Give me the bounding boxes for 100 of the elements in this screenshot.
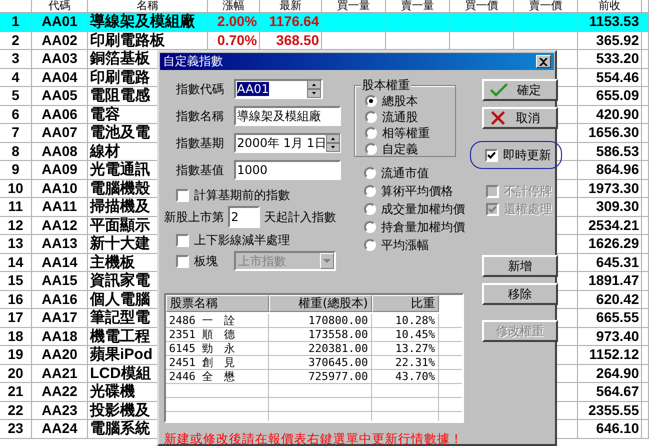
table-cell: 21 (0, 383, 32, 402)
table-cell: 7 (0, 124, 32, 142)
table-cell: AA13 (32, 235, 88, 254)
table-cell: 8 (0, 142, 32, 161)
input-field[interactable]: 2000年 1月 1日 (234, 133, 341, 153)
checkbox[interactable] (485, 148, 498, 162)
table-cell: AA14 (32, 254, 88, 272)
table-cell: 1626.29 (578, 235, 642, 254)
table-cell: 655.09 (578, 87, 642, 106)
table-cell: 13.27% (372, 342, 439, 355)
table-cell: 19 (0, 346, 32, 364)
table-cell: AA03 (32, 50, 88, 68)
table-cell: 370645.00 (269, 356, 372, 369)
table-cell: 1891.47 (578, 272, 642, 290)
radio-label: 平均漲幅 (381, 236, 429, 254)
group-title: 股本權重 (361, 77, 411, 94)
table-cell: 22.31% (372, 356, 439, 369)
checkbox-label: 即時更新 (503, 146, 551, 164)
table-cell: 725977.00 (269, 370, 372, 383)
table-cell: 646.10 (578, 420, 642, 438)
table-cell: 365.92 (578, 32, 642, 50)
table-cell: 220381.00 (269, 342, 372, 355)
radio-button[interactable] (364, 239, 376, 251)
table-cell: AA24 (32, 420, 88, 438)
close-icon (490, 111, 506, 125)
table-cell: AA21 (32, 364, 88, 383)
table-cell: 420.90 (578, 106, 642, 124)
radio-button[interactable] (364, 221, 376, 233)
table-cell: 23 (0, 420, 32, 438)
radio-label: 流通市值 (381, 164, 429, 182)
table-cell: AA17 (32, 309, 88, 328)
close-button[interactable] (536, 55, 551, 68)
table-cell: AA04 (32, 68, 88, 87)
table-cell: 17 (0, 309, 32, 328)
table-cell: 170800.00 (269, 314, 372, 327)
checkbox[interactable] (176, 188, 189, 202)
radio-label: 總股本 (382, 92, 418, 110)
table-cell: 9 (0, 161, 32, 180)
table-cell: 564.67 (578, 383, 642, 402)
cancel-button[interactable]: 取消 (482, 107, 558, 129)
close-icon (539, 58, 548, 66)
table-cell: 645.31 (578, 254, 642, 272)
radio-button[interactable] (364, 203, 376, 215)
table-cell: 1153.53 (578, 13, 642, 32)
radio-button[interactable] (365, 95, 377, 107)
table-cell: 導線架及模組廠 (88, 13, 208, 32)
table-cell: 309.30 (578, 198, 642, 216)
table-cell: 533.20 (578, 50, 642, 68)
table-cell: AA07 (32, 124, 88, 142)
table-cell: 2451 創 見 (166, 356, 269, 369)
table-cell: 15 (0, 272, 32, 290)
table-cell: 13 (0, 235, 32, 254)
spinner-buttons[interactable] (307, 80, 321, 98)
table-cell: 20 (0, 364, 32, 383)
table-cell: 665.55 (578, 309, 642, 328)
table-cell: 173558.00 (269, 328, 372, 341)
table-cell: 12 (0, 216, 32, 235)
ok-button[interactable]: 確定 (482, 79, 558, 101)
input-field[interactable]: 導線架及模組廠 (234, 106, 341, 126)
table-cell: 10 (0, 180, 32, 198)
table-cell: 1176.64 (260, 13, 322, 32)
table-cell: 3 (0, 50, 32, 68)
column-header[interactable]: 股票名稱 (166, 295, 269, 312)
input-field[interactable]: AA01 (234, 79, 323, 99)
table-cell: 2486 一 詮 (166, 314, 269, 327)
list-button[interactable]: 移除 (482, 283, 558, 305)
table-cell: AA22 (32, 383, 88, 402)
table-cell: AA23 (32, 402, 88, 420)
caret-icon (320, 253, 334, 269)
spinner-buttons[interactable] (326, 134, 340, 152)
checkbox[interactable] (176, 234, 189, 246)
radio-button[interactable] (364, 185, 376, 197)
table-cell: AA20 (32, 346, 88, 364)
table-cell: 22 (0, 402, 32, 420)
radio-button[interactable] (364, 167, 376, 179)
checkbox[interactable] (176, 254, 189, 268)
table-cell: 1973.30 (578, 180, 642, 198)
table-row[interactable]: 1 AA01 導線架及模組廠 2.00% 1176.64 1153.53 (0, 13, 649, 32)
column-header[interactable]: 比重 (372, 295, 439, 312)
radio-button[interactable] (365, 111, 377, 123)
table-cell: AA15 (32, 272, 88, 290)
radio-label: 相等權重 (382, 124, 430, 142)
table-cell: AA11 (32, 198, 88, 216)
radio-button[interactable] (365, 143, 377, 155)
table-cell: AA08 (32, 142, 88, 161)
field-label: 天起計入指數 (264, 208, 336, 226)
radio-label: 自定義 (382, 140, 418, 158)
table-cell: 43.70% (372, 370, 439, 383)
table-cell: AA12 (32, 216, 88, 235)
list-button[interactable]: 新增 (482, 255, 558, 277)
table-cell: 554.46 (578, 68, 642, 87)
table-cell: 1656.30 (578, 124, 642, 142)
radio-label: 算術平均價格 (381, 182, 453, 200)
table-cell: 2 (0, 32, 32, 50)
column-header[interactable]: 權重(總股本) (269, 295, 372, 312)
input-field[interactable]: 1000 (234, 160, 341, 180)
radio-button[interactable] (365, 127, 377, 139)
radio-label: 持倉量加權均價 (381, 218, 465, 236)
input-field[interactable]: 2 (228, 206, 260, 228)
table-cell: 1 (0, 13, 32, 32)
